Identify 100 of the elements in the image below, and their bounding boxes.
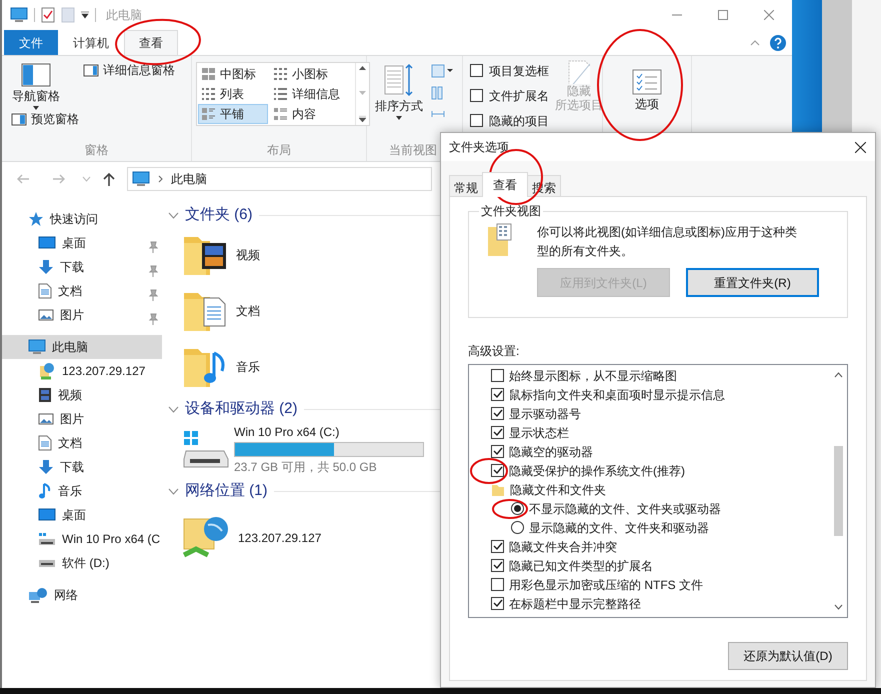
nav-item[interactable]: 桌面 xyxy=(2,231,162,255)
checkbox-label: 隐藏的项目 xyxy=(489,112,549,130)
layout-option[interactable]: 内容 xyxy=(270,104,354,124)
section-header[interactable]: 网络位置 (1) xyxy=(185,480,268,502)
setting-label: 不显示隐藏的文件、文件夹或驱动器 xyxy=(529,500,721,518)
group-by-icon xyxy=(431,64,453,78)
setting-label: 显示驱动器号 xyxy=(509,406,581,423)
sort-by-button[interactable]: 排序方式 xyxy=(371,60,427,123)
details-pane-button[interactable]: 详细信息窗格 xyxy=(80,60,178,80)
film-icon xyxy=(38,387,52,403)
setting-label: 隐藏受保护的操作系统文件(推荐) xyxy=(509,462,685,480)
nav-item[interactable]: 下载 xyxy=(2,255,162,279)
nav-item[interactable]: Win 10 Pro x64 (C xyxy=(2,527,162,551)
folder-label[interactable]: 文档 xyxy=(236,302,260,320)
recent-locations-icon xyxy=(82,176,91,182)
setting-label: 隐藏文件夹合并冲突 xyxy=(509,538,617,556)
folder-label[interactable]: 音乐 xyxy=(236,358,260,376)
drive-label[interactable]: Win 10 Pro x64 (C:) xyxy=(234,422,424,440)
collapse-ribbon-icon xyxy=(750,38,760,46)
folder-label[interactable]: 视频 xyxy=(236,246,260,264)
group-label: 当前视图 xyxy=(389,143,437,157)
scroll-up-icon[interactable] xyxy=(834,372,843,378)
network-location-label[interactable]: 123.207.29.127 xyxy=(238,529,322,547)
nav-item[interactable]: 桌面 xyxy=(2,503,162,527)
checkbox[interactable] xyxy=(491,407,504,420)
address-bar[interactable]: 此电脑 xyxy=(127,166,432,190)
checkbox[interactable] xyxy=(470,89,483,102)
list-view-icon xyxy=(201,87,216,101)
options-button[interactable]: 选项 xyxy=(628,66,666,115)
layout-option[interactable]: 平铺 xyxy=(198,104,268,124)
drive-icon xyxy=(38,532,56,546)
picture-icon xyxy=(38,308,54,322)
scroll-down-icon xyxy=(359,91,366,95)
window-title: 此电脑 xyxy=(106,7,142,24)
breadcrumb[interactable]: 此电脑 xyxy=(171,170,207,188)
layout-option[interactable]: 中图标 xyxy=(198,64,268,84)
collapse-chevron-icon xyxy=(168,212,179,218)
small-icons-icon xyxy=(273,67,288,81)
checkbox[interactable] xyxy=(491,597,504,610)
layout-option[interactable]: 小图标 xyxy=(270,64,354,84)
nav-item[interactable]: 快速访问 xyxy=(2,207,162,231)
radio-button[interactable] xyxy=(511,521,524,534)
ribbon-tab[interactable]: 计算机 xyxy=(58,30,124,55)
options-icon xyxy=(632,69,662,95)
details-view-icon xyxy=(273,87,288,101)
nav-item[interactable]: 文档 xyxy=(2,279,162,303)
hide-selected-icon xyxy=(568,60,590,84)
layout-option[interactable]: 详细信息 xyxy=(270,84,354,104)
setting-label: 显示隐藏的文件、文件夹和驱动器 xyxy=(529,520,709,537)
dialog-tab[interactable]: 查看 xyxy=(482,172,528,197)
caret-icon xyxy=(396,116,402,120)
nav-item[interactable]: 图片 xyxy=(2,303,162,327)
pin-icon xyxy=(148,288,158,301)
pin-icon xyxy=(148,240,158,253)
details-pane-icon xyxy=(83,64,99,76)
up-icon xyxy=(103,172,115,186)
checkbox[interactable] xyxy=(470,114,483,127)
page-icon xyxy=(61,7,75,23)
description-text: 你可以将此视图(如详细信息或图标)应用于这种类型的所有文件夹。 xyxy=(537,224,798,260)
nav-item[interactable]: 软件 (D:) xyxy=(2,551,162,575)
ribbon-tab[interactable]: 查看 xyxy=(124,30,178,55)
checkbox[interactable] xyxy=(491,578,504,592)
nav-item[interactable]: 下载 xyxy=(2,455,162,479)
checkbox[interactable] xyxy=(491,445,504,458)
desktop-icon xyxy=(38,507,56,523)
scroll-down-icon[interactable] xyxy=(834,604,843,610)
tiles-view-icon xyxy=(201,107,216,121)
drive-icon xyxy=(38,558,56,568)
nav-item[interactable]: 此电脑 xyxy=(2,335,162,359)
dialog-title: 文件夹选项 xyxy=(449,139,509,156)
checkbox[interactable] xyxy=(491,426,504,440)
nav-item[interactable]: 文档 xyxy=(2,431,162,455)
section-header[interactable]: 设备和驱动器 (2) xyxy=(185,398,298,420)
nav-item[interactable]: 网络 xyxy=(2,583,162,607)
nav-item[interactable]: 图片 xyxy=(2,407,162,431)
group-title: 文件夹视图 xyxy=(480,205,542,217)
picture-icon xyxy=(38,412,54,426)
computer-icon xyxy=(10,7,28,23)
section-header[interactable]: 文件夹 (6) xyxy=(185,204,252,226)
radio-button[interactable] xyxy=(511,502,524,516)
checkbox[interactable] xyxy=(491,464,504,478)
restore-defaults-button[interactable]: 还原为默认值(D) xyxy=(728,642,848,670)
checkbox[interactable] xyxy=(491,540,504,554)
scroll-up-icon xyxy=(359,66,366,70)
checkbox[interactable] xyxy=(491,559,504,572)
dialog-tab[interactable]: 常规 xyxy=(449,175,483,197)
nav-item[interactable]: 音乐 xyxy=(2,479,162,503)
layout-option[interactable]: 列表 xyxy=(198,84,268,104)
nav-item[interactable]: 视频 xyxy=(2,383,162,407)
scrollbar-thumb[interactable] xyxy=(834,446,843,536)
group-label: 窗格 xyxy=(84,142,110,159)
caret-icon xyxy=(81,11,89,19)
checkbox[interactable] xyxy=(491,369,504,382)
file-menu-tab[interactable]: 文件 xyxy=(4,30,58,55)
size-columns-icon xyxy=(431,108,445,120)
nav-item[interactable]: 123.207.29.127 xyxy=(2,359,162,383)
free-space-text: 23.7 GB 可用，共 50.0 GB xyxy=(234,458,378,476)
checkbox[interactable] xyxy=(470,64,483,77)
reset-folders-button[interactable]: 重置文件夹(R) xyxy=(686,268,819,298)
checkbox[interactable] xyxy=(491,388,504,402)
